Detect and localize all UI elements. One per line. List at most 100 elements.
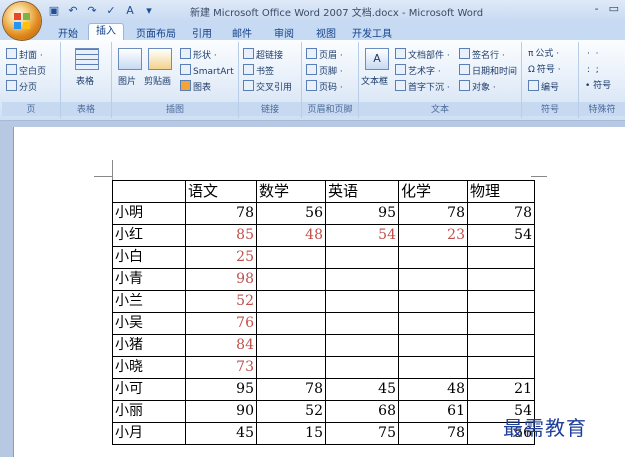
score-cell[interactable]: 15 <box>256 422 326 445</box>
score-cell[interactable]: 45 <box>325 378 399 401</box>
score-cell[interactable]: 54 <box>467 224 535 247</box>
score-table[interactable]: 语文 数学 英语 化学 物理 小明 78 56 95 78 78 小红 85 48 54 23 54 小白 25 小青… <box>112 180 535 445</box>
footer-button[interactable]: 页脚 · <box>306 64 343 78</box>
score-cell[interactable] <box>256 246 326 269</box>
customize-qat-icon[interactable]: ▾ <box>141 3 157 19</box>
score-cell[interactable]: 75 <box>325 422 399 445</box>
header-cell-corner[interactable] <box>112 180 186 203</box>
score-cell[interactable] <box>325 356 399 379</box>
student-name-cell[interactable]: 小兰 <box>112 290 186 313</box>
score-cell[interactable]: 61 <box>398 400 468 423</box>
score-cell[interactable]: 56 <box>256 202 326 225</box>
save-icon[interactable]: ▣ <box>46 3 62 19</box>
quick-parts-button[interactable]: 文档部件 · <box>395 48 450 62</box>
score-cell[interactable]: 76 <box>185 312 257 335</box>
student-name-cell[interactable]: 小白 <box>112 246 186 269</box>
object-button[interactable]: 对象 · <box>459 80 496 94</box>
student-name-cell[interactable]: 小吴 <box>112 312 186 335</box>
score-cell[interactable]: 78 <box>467 202 535 225</box>
score-cell[interactable]: 48 <box>256 224 326 247</box>
student-name-cell[interactable]: 小丽 <box>112 400 186 423</box>
cross-reference-button[interactable]: 交叉引用 <box>243 80 292 94</box>
text-box-button[interactable]: 文本框 <box>361 76 388 88</box>
symbol-button[interactable]: Ω 符号 · <box>528 64 561 76</box>
chart-button[interactable]: 图表 <box>180 80 211 94</box>
font-icon[interactable]: A <box>122 3 138 19</box>
picture-button[interactable]: 图片 <box>118 76 136 88</box>
score-cell[interactable]: 45 <box>185 422 257 445</box>
hyperlink-button[interactable]: 超链接 <box>243 48 283 62</box>
score-cell[interactable] <box>325 290 399 313</box>
header-cell[interactable]: 数学 <box>256 180 326 203</box>
score-cell[interactable]: 52 <box>256 400 326 423</box>
tab-developer[interactable]: 开发工具 <box>352 25 392 40</box>
header-button[interactable]: 页眉 · <box>306 48 343 62</box>
number-button[interactable]: 编号 <box>528 80 559 94</box>
header-cell[interactable]: 语文 <box>185 180 257 203</box>
tab-references[interactable]: 引用 <box>192 25 212 40</box>
score-cell[interactable]: 78 <box>398 202 468 225</box>
score-cell[interactable]: 23 <box>398 224 468 247</box>
cover-page-button[interactable]: 封面 · <box>6 48 43 62</box>
score-cell[interactable]: 95 <box>185 378 257 401</box>
student-name-cell[interactable]: 小明 <box>112 202 186 225</box>
score-cell[interactable] <box>398 246 468 269</box>
redo-icon[interactable]: ↷ <box>84 3 100 19</box>
spell-check-icon[interactable]: ✓ <box>103 3 119 19</box>
bookmark-button[interactable]: 书签 <box>243 64 274 78</box>
drop-cap-button[interactable]: 首字下沉 · <box>395 80 450 94</box>
shapes-button[interactable]: 形状 · <box>180 48 217 62</box>
score-cell[interactable]: 78 <box>185 202 257 225</box>
score-cell[interactable] <box>467 312 535 335</box>
page-break-button[interactable]: 分页 <box>6 80 37 94</box>
minimize-button[interactable]: - <box>595 2 599 15</box>
score-cell[interactable] <box>325 334 399 357</box>
signature-line-button[interactable]: 签名行 · <box>459 48 505 62</box>
score-cell[interactable]: 95 <box>325 202 399 225</box>
score-cell[interactable] <box>467 246 535 269</box>
tab-view[interactable]: 视图 <box>316 25 336 40</box>
header-cell[interactable]: 英语 <box>325 180 399 203</box>
score-cell[interactable] <box>256 290 326 313</box>
special-symbol-button[interactable]: • 符号 <box>585 80 611 92</box>
student-name-cell[interactable]: 小猪 <box>112 334 186 357</box>
score-cell[interactable] <box>398 356 468 379</box>
score-cell[interactable] <box>256 312 326 335</box>
office-button[interactable] <box>3 2 41 40</box>
tab-mailings[interactable]: 邮件 <box>232 25 252 40</box>
score-cell[interactable]: 48 <box>398 378 468 401</box>
score-cell[interactable]: 68 <box>325 400 399 423</box>
score-cell[interactable]: 54 <box>325 224 399 247</box>
undo-icon[interactable]: ↶ <box>65 3 81 19</box>
student-name-cell[interactable]: 小可 <box>112 378 186 401</box>
blank-page-button[interactable]: 空白页 <box>6 64 46 78</box>
maximize-button[interactable]: ▭ <box>609 2 619 15</box>
score-cell[interactable] <box>398 312 468 335</box>
student-name-cell[interactable]: 小月 <box>112 422 186 445</box>
score-cell[interactable]: 78 <box>256 378 326 401</box>
score-cell[interactable] <box>467 356 535 379</box>
score-cell[interactable] <box>256 356 326 379</box>
score-cell[interactable]: 84 <box>185 334 257 357</box>
table-button[interactable]: 表格 <box>76 76 94 88</box>
score-cell[interactable] <box>398 268 468 291</box>
score-cell[interactable]: 90 <box>185 400 257 423</box>
score-cell[interactable]: 85 <box>185 224 257 247</box>
smartart-button[interactable]: SmartArt <box>180 64 234 78</box>
clip-art-button[interactable]: 剪贴画 <box>144 76 171 88</box>
score-cell[interactable]: 98 <box>185 268 257 291</box>
score-cell[interactable]: 52 <box>185 290 257 313</box>
equation-button[interactable]: π 公式 · <box>528 48 559 60</box>
score-cell[interactable] <box>398 290 468 313</box>
score-cell[interactable]: 78 <box>398 422 468 445</box>
tab-home[interactable]: 开始 <box>58 25 78 40</box>
student-name-cell[interactable]: 小晓 <box>112 356 186 379</box>
page-number-button[interactable]: 页码 · <box>306 80 343 94</box>
score-cell[interactable] <box>467 268 535 291</box>
tab-review[interactable]: 审阅 <box>274 25 294 40</box>
score-cell[interactable]: 25 <box>185 246 257 269</box>
score-cell[interactable] <box>256 268 326 291</box>
tab-insert[interactable]: 插入 <box>88 23 124 40</box>
score-cell[interactable] <box>398 334 468 357</box>
header-cell[interactable]: 化学 <box>398 180 468 203</box>
